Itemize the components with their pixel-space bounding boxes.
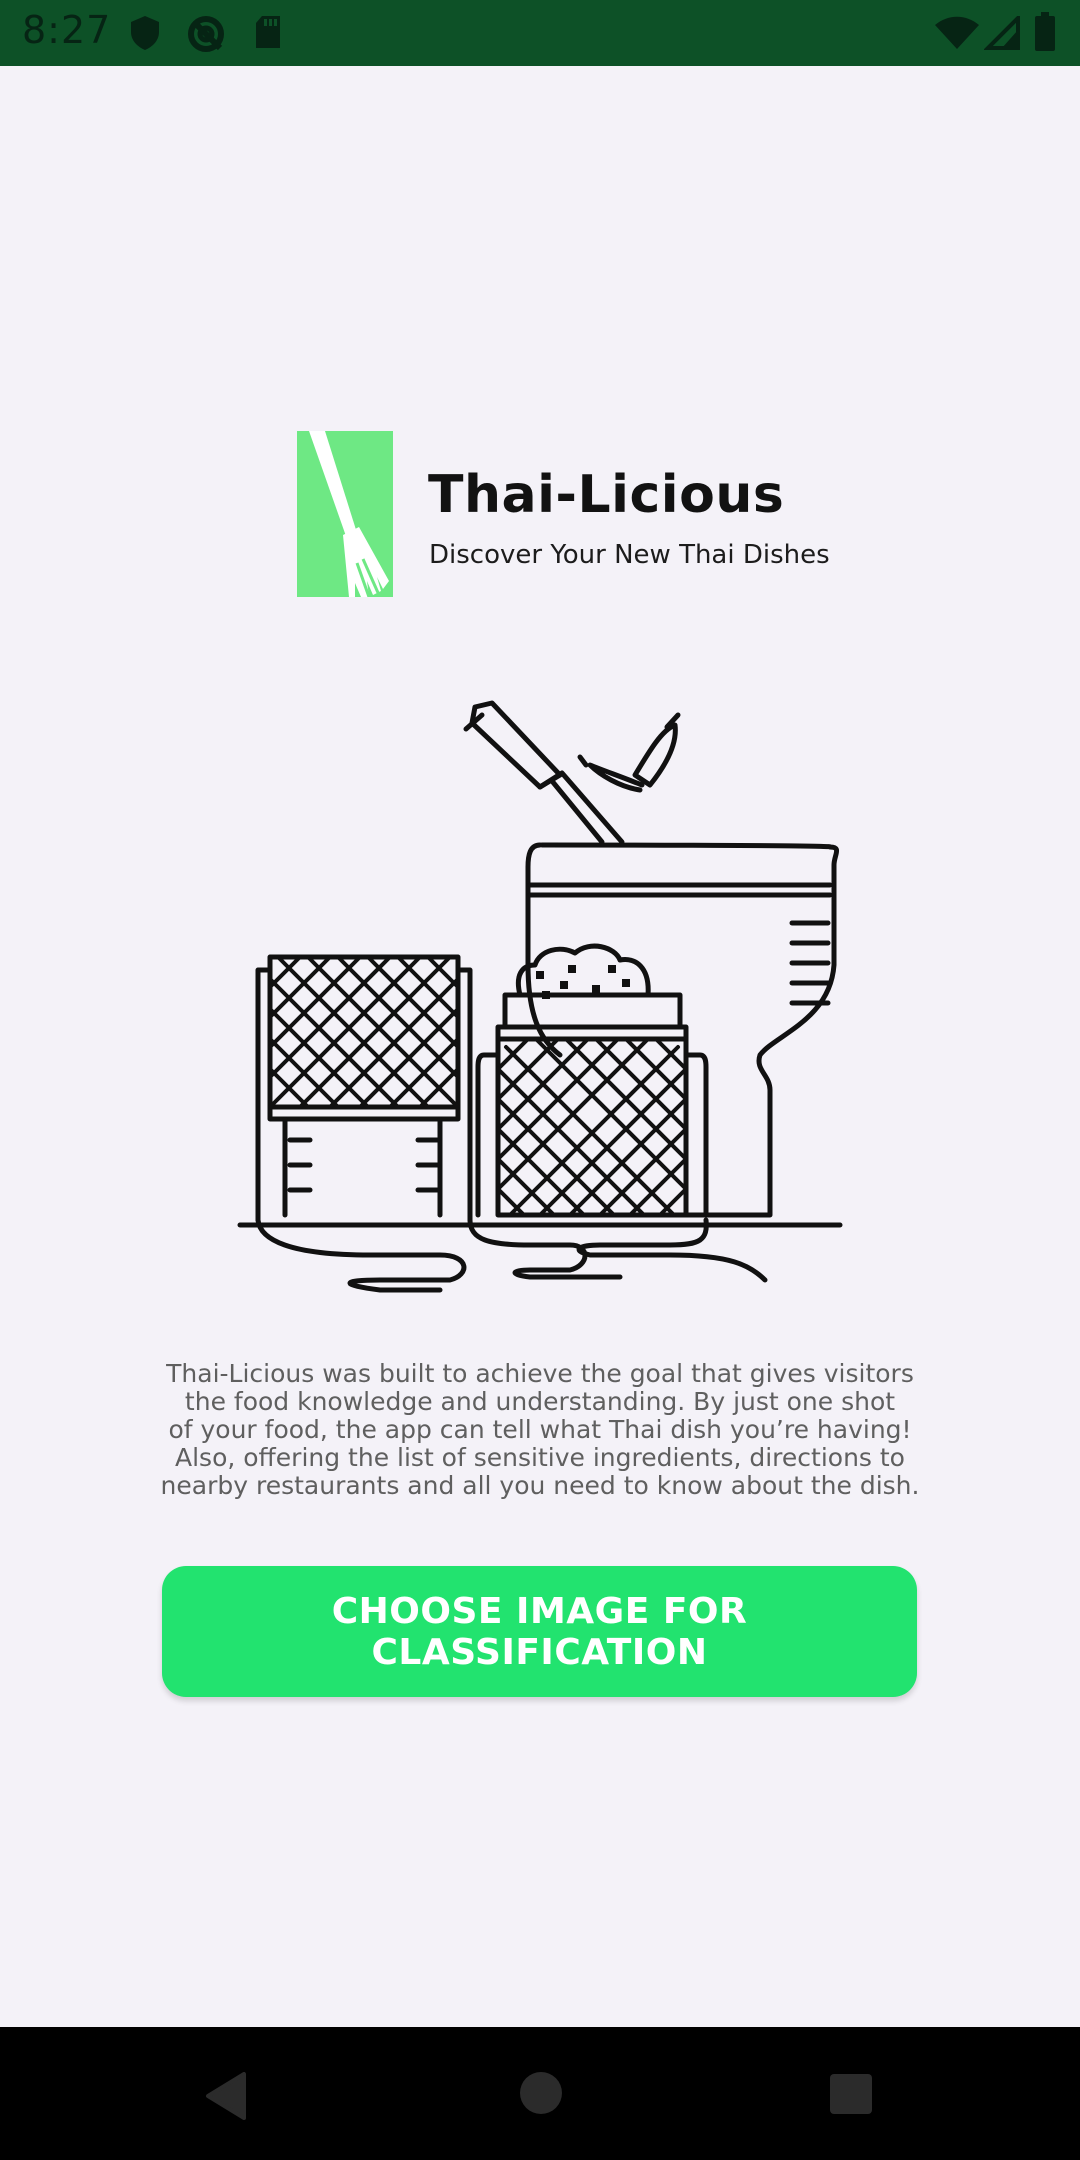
description-line: nearby restaurants and all you need to k…: [160, 1471, 920, 1500]
wifi-icon: [934, 16, 980, 54]
sync-blocked-icon: [186, 14, 228, 58]
description-line: Thai-Licious was built to achieve the go…: [166, 1359, 914, 1388]
signal-icon: [983, 13, 1020, 54]
app-title: Thai-Licious: [428, 465, 785, 525]
description-line: of your food, the app can tell what Thai…: [168, 1415, 912, 1444]
status-bar: 8:27: [0, 0, 1080, 66]
app-subtitle: Discover Your New Thai Dishes: [429, 540, 830, 570]
choose-image-button[interactable]: CHOOSE IMAGE FOR CLASSIFICATION: [162, 1566, 917, 1697]
description-line: the food knowledge and understanding. By…: [184, 1387, 896, 1416]
battery-icon: [1034, 12, 1056, 56]
navigation-bar: [0, 2027, 1080, 2160]
recents-icon[interactable]: [829, 2073, 873, 2119]
app-description: Thai-Licious was built to achieve the go…: [130, 1360, 950, 1500]
sd-card-icon: [252, 14, 284, 56]
description-line: Also, offering the list of sensitive ing…: [175, 1443, 905, 1472]
back-icon[interactable]: [204, 2072, 248, 2124]
shield-icon: [128, 14, 162, 56]
screen: 8:27 Thai-Licious Discover Your New Thai…: [0, 0, 1080, 2160]
fork-icon: [297, 431, 393, 598]
thai-cooking-illustration-icon: [230, 695, 850, 1295]
home-icon[interactable]: [519, 2071, 563, 2119]
status-time: 8:27: [22, 8, 112, 52]
